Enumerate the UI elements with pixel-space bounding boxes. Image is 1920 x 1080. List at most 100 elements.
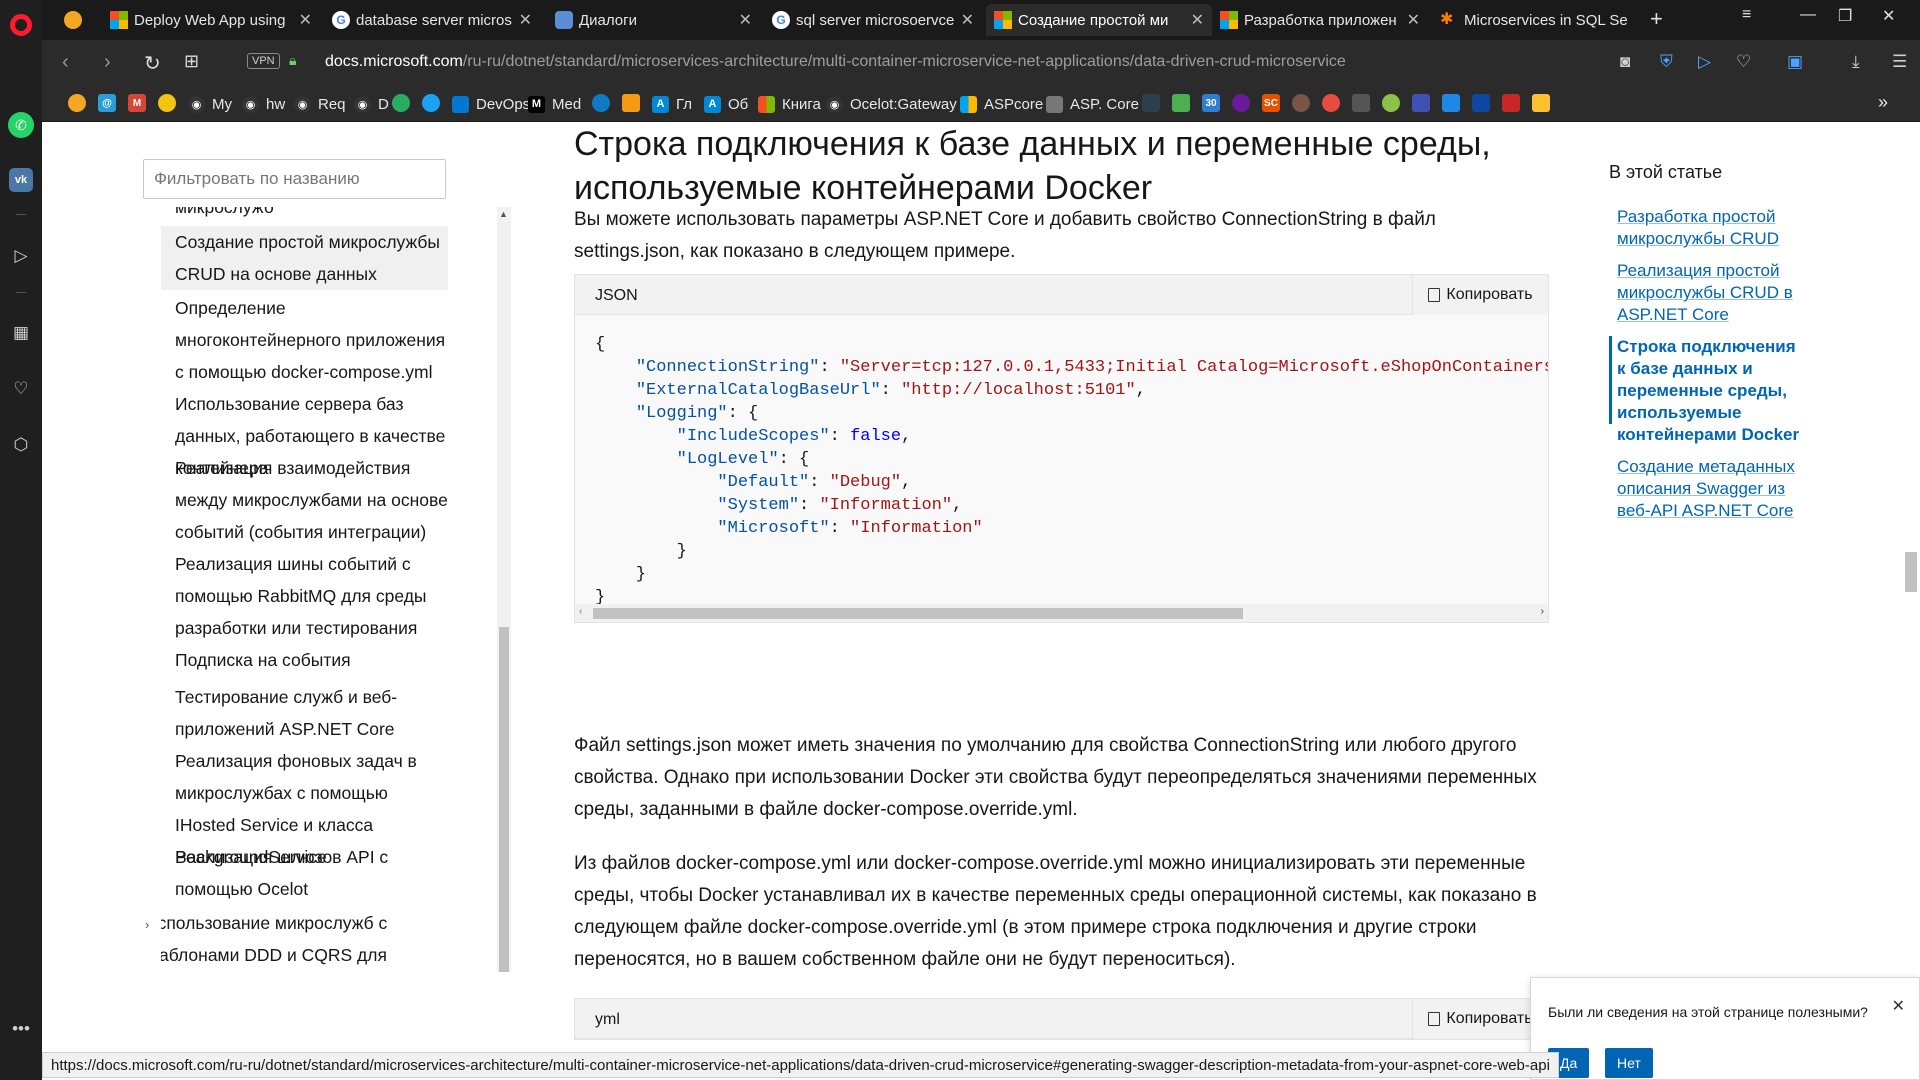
more-icon[interactable]: ••• xyxy=(0,1008,42,1050)
bookmark-navy-icon[interactable] xyxy=(1472,94,1490,112)
bookmark-devops[interactable]: DevOps xyxy=(452,94,530,114)
bookmark-bird-icon[interactable] xyxy=(422,94,440,112)
page-scrollbar[interactable] xyxy=(1901,122,1920,1080)
copy-button[interactable]: Копировать xyxy=(1412,275,1548,315)
send-icon[interactable]: ▷ xyxy=(0,235,42,277)
bookmark-calendar-icon[interactable]: 30 xyxy=(1202,94,1220,112)
bookmark-gmail-icon[interactable]: M xyxy=(128,94,146,112)
tab-development[interactable]: Разработка приложен ✕ xyxy=(1212,4,1428,36)
toc-item[interactable]: Использование микрослужб с шаблонами DDD… xyxy=(161,907,435,972)
bookmark-yellow-icon[interactable] xyxy=(1532,94,1550,112)
bookmark-my[interactable]: ◉ My xyxy=(188,94,232,114)
bookmark-crimson-icon[interactable] xyxy=(1502,94,1520,112)
send-tab-icon[interactable]: ▷ xyxy=(1698,52,1711,72)
toc-item[interactable]: Подписка на события xyxy=(161,644,448,676)
bookmark-doc-icon[interactable] xyxy=(1142,94,1160,112)
close-window-icon[interactable]: ✕ xyxy=(1882,6,1895,26)
code-scrollbar[interactable]: ‹ › xyxy=(575,604,1548,622)
bookmark-green-sq-icon[interactable] xyxy=(1172,94,1190,112)
minimize-icon[interactable]: — xyxy=(1800,6,1816,24)
bookmark-ob[interactable]: A Об xyxy=(704,94,748,114)
restore-icon[interactable]: ❐ xyxy=(1838,6,1852,26)
toc-item[interactable]: Определение многоконтейнерного приложени… xyxy=(161,292,448,388)
article-link[interactable]: Реализация простой микрослужбы CRUD в AS… xyxy=(1617,260,1807,326)
speed-dial-icon[interactable]: ▦ xyxy=(0,312,42,354)
tab-database-server[interactable]: G database server micros ✕ xyxy=(324,4,540,36)
chevron-left-icon[interactable]: ‹ xyxy=(579,606,582,617)
close-icon[interactable]: ✕ xyxy=(299,10,312,30)
toc-item[interactable]: Реализация шины событий с помощью Rabbit… xyxy=(161,548,448,644)
close-icon[interactable]: ✕ xyxy=(1191,10,1204,30)
bookmark-brown-icon[interactable] xyxy=(1292,94,1310,112)
tab-sql-server[interactable]: G sql server microsoervce ✕ xyxy=(764,4,982,36)
bookmark-gray-icon[interactable] xyxy=(1352,94,1370,112)
toc-item[interactable]: микрослужб xyxy=(161,207,448,223)
bookmark-aspcore[interactable]: ASPcore xyxy=(960,94,1043,114)
tab-microservices-sql[interactable]: ✱ Microservices in SQL Se xyxy=(1432,4,1642,36)
translate-icon[interactable]: ▣ xyxy=(1787,52,1803,72)
article-link-active[interactable]: Строка подключения к базе данных и перем… xyxy=(1617,336,1807,446)
opera-logo-icon[interactable] xyxy=(0,4,42,46)
vpn-badge[interactable]: VPN xyxy=(247,53,280,69)
bookmark-heart-icon[interactable]: ♡ xyxy=(1736,52,1751,72)
toc-scrollbar-thumb[interactable] xyxy=(499,627,509,972)
bookmark-req[interactable]: ◉ Req xyxy=(294,94,346,114)
lock-icon[interactable]: 🔒︎ xyxy=(289,52,296,69)
close-icon[interactable]: ✕ xyxy=(961,10,974,30)
close-icon[interactable]: ✕ xyxy=(1407,10,1420,30)
reload-icon[interactable]: ↻ xyxy=(144,51,161,76)
bookmark-hw[interactable]: ◉ hw xyxy=(242,94,285,114)
toc-filter-input[interactable] xyxy=(143,159,446,199)
vk-icon[interactable]: vk xyxy=(0,159,42,201)
bookmark-d[interactable]: ◉ D xyxy=(354,94,389,114)
tab-pinned[interactable] xyxy=(56,4,96,36)
bookmark-blue-icon[interactable] xyxy=(592,94,610,112)
tabs-grid-icon[interactable]: ⊞ xyxy=(184,51,199,72)
forward-icon[interactable]: › xyxy=(104,51,111,74)
article-link[interactable]: Разработка простой микрослужбы CRUD xyxy=(1617,206,1807,250)
close-icon[interactable]: ✕ xyxy=(519,10,532,30)
tab-menu-icon[interactable]: ≡ xyxy=(1742,6,1751,24)
close-icon[interactable]: ✕ xyxy=(1892,996,1905,1016)
bookmark-mail-icon[interactable]: @ xyxy=(98,94,116,112)
bookmark-med[interactable]: M Med xyxy=(528,94,581,114)
article-link[interactable]: Создание метаданных описания Swagger из … xyxy=(1617,456,1807,522)
bookmark-green-icon[interactable] xyxy=(392,94,410,112)
back-icon[interactable]: ‹ xyxy=(62,51,69,74)
camera-icon[interactable]: ◙ xyxy=(1620,52,1630,72)
easy-setup-icon[interactable]: ☰ xyxy=(1892,52,1907,72)
page-scrollbar-thumb[interactable] xyxy=(1905,552,1917,592)
bookmark-orange-icon[interactable] xyxy=(68,94,86,112)
bookmark-kniga[interactable]: Книга xyxy=(758,94,821,114)
heart-icon[interactable]: ♡ xyxy=(0,368,42,410)
bookmark-red-icon[interactable] xyxy=(1322,94,1340,112)
close-icon[interactable]: ✕ xyxy=(739,10,752,30)
code-scrollbar-thumb[interactable] xyxy=(593,608,1243,619)
bookmark-cube-icon[interactable] xyxy=(622,94,640,112)
download-icon[interactable]: ⤓ xyxy=(1852,52,1860,72)
new-tab-button[interactable]: + xyxy=(1650,6,1663,32)
bookmark-indigo-icon[interactable] xyxy=(1412,94,1430,112)
chevron-up-icon[interactable]: ▲ xyxy=(499,209,508,219)
url-field[interactable]: docs.microsoft.com/ru-ru/dotnet/standard… xyxy=(325,53,1346,71)
bookmarks-more-icon[interactable]: » xyxy=(1878,92,1888,113)
bookmark-sc-icon[interactable]: SC xyxy=(1262,94,1280,112)
tab-dialogs[interactable]: Диалоги ✕ xyxy=(547,4,760,36)
adblock-icon[interactable]: ⛨ xyxy=(1660,52,1673,72)
bookmark-gl[interactable]: A Гл xyxy=(652,94,692,114)
toc-item[interactable]: Реализация взаимодействия между микрослу… xyxy=(161,452,448,548)
toc-item[interactable]: Тестирование служб и веб-приложений ASP.… xyxy=(161,681,448,745)
toc-item-active[interactable]: Создание простой микрослужбы CRUD на осн… xyxy=(161,226,448,290)
whatsapp-icon[interactable]: ✆ xyxy=(0,104,42,146)
chevron-right-icon[interactable]: › xyxy=(145,917,149,932)
bookmark-asp-core[interactable]: ASP. Core xyxy=(1046,94,1139,114)
toc-scrollbar[interactable]: ▲ xyxy=(497,207,511,972)
feedback-no-button[interactable]: Нет xyxy=(1605,1048,1653,1078)
bookmark-smile-icon[interactable] xyxy=(1382,94,1400,112)
box-icon[interactable]: ⬡ xyxy=(0,424,42,466)
tab-active-crud[interactable]: Создание простой ми ✕ xyxy=(986,4,1212,36)
copy-button[interactable]: Копировать xyxy=(1412,999,1548,1039)
toc-item[interactable]: Реализация шлюзов API с помощью Ocelot xyxy=(161,841,448,905)
bookmark-sun-icon[interactable] xyxy=(158,94,176,112)
tab-deploy-web-app[interactable]: Deploy Web App using ✕ xyxy=(102,4,320,36)
